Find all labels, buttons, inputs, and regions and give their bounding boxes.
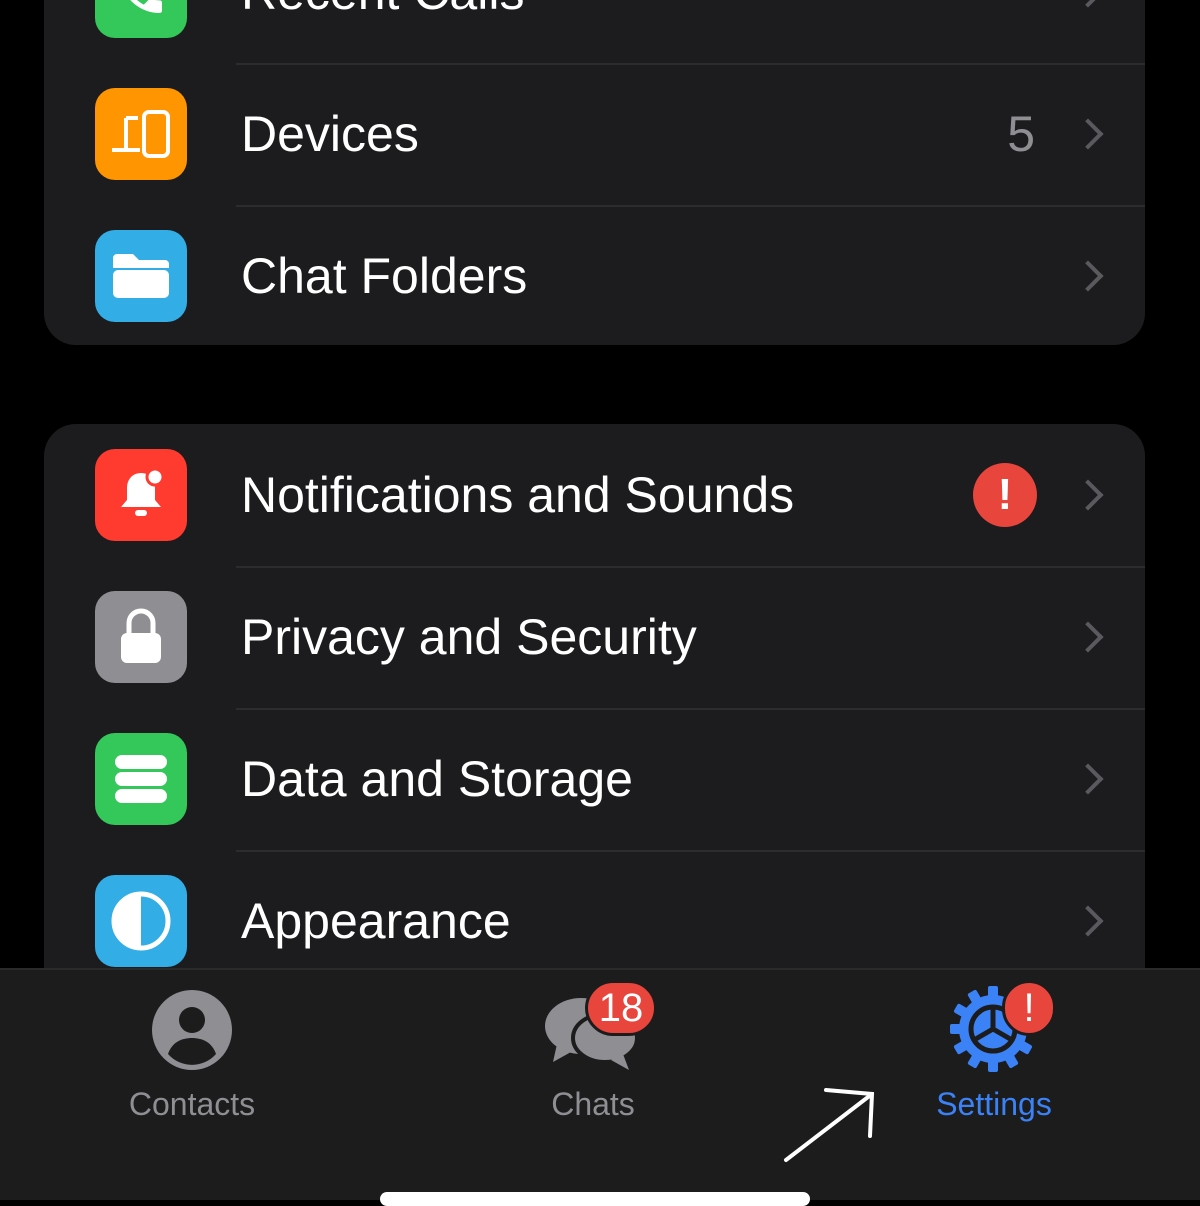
chevron-right-icon [1072,118,1104,150]
tab-contacts[interactable]: Contacts [42,970,342,1130]
row-notifications[interactable]: Notifications and Sounds ! [44,424,1145,566]
unread-badge: 18 [585,980,657,1036]
chevron-right-icon [1072,621,1104,653]
row-label: Chat Folders [241,248,528,304]
person-circle-icon [152,990,232,1070]
settings-group-1: Recent Calls Devices 5 Chat Folders [44,0,1145,345]
row-label: Privacy and Security [241,609,697,665]
half-circle-icon [95,875,187,967]
tab-label: Settings [936,1086,1052,1122]
database-icon [95,733,187,825]
row-label: Data and Storage [241,751,633,807]
chevron-right-icon [1072,260,1104,292]
tab-settings[interactable]: ! Settings [844,970,1144,1130]
folder-icon [95,230,187,322]
row-chat-folders[interactable]: Chat Folders [44,205,1145,345]
lock-icon [95,591,187,683]
row-label: Recent Calls [241,0,524,21]
row-devices[interactable]: Devices 5 [44,63,1145,205]
devices-icon [95,88,187,180]
settings-group-2: Notifications and Sounds ! Privacy and S… [44,424,1145,1024]
chevron-right-icon [1072,905,1104,937]
alert-badge: ! [1002,980,1056,1036]
home-indicator [380,1192,810,1206]
row-recent-calls[interactable]: Recent Calls [44,0,1145,63]
row-label: Devices [241,106,419,162]
tab-bar: Contacts 18 Chats ! Settings [0,968,1200,1200]
chevron-right-icon [1072,479,1104,511]
row-label: Appearance [241,893,511,949]
alert-badge: ! [973,463,1037,527]
arrow-annotation-icon [784,1088,875,1162]
row-privacy[interactable]: Privacy and Security [44,566,1145,708]
tab-chats[interactable]: 18 Chats [443,970,743,1130]
bell-icon [95,449,187,541]
tab-label: Contacts [128,1086,256,1122]
phone-icon [95,0,187,38]
chevron-right-icon [1072,763,1104,795]
chevron-right-icon [1072,0,1104,8]
devices-count: 5 [1007,106,1035,162]
row-data-storage[interactable]: Data and Storage [44,708,1145,850]
tab-label: Chats [551,1086,635,1122]
row-label: Notifications and Sounds [241,467,795,523]
